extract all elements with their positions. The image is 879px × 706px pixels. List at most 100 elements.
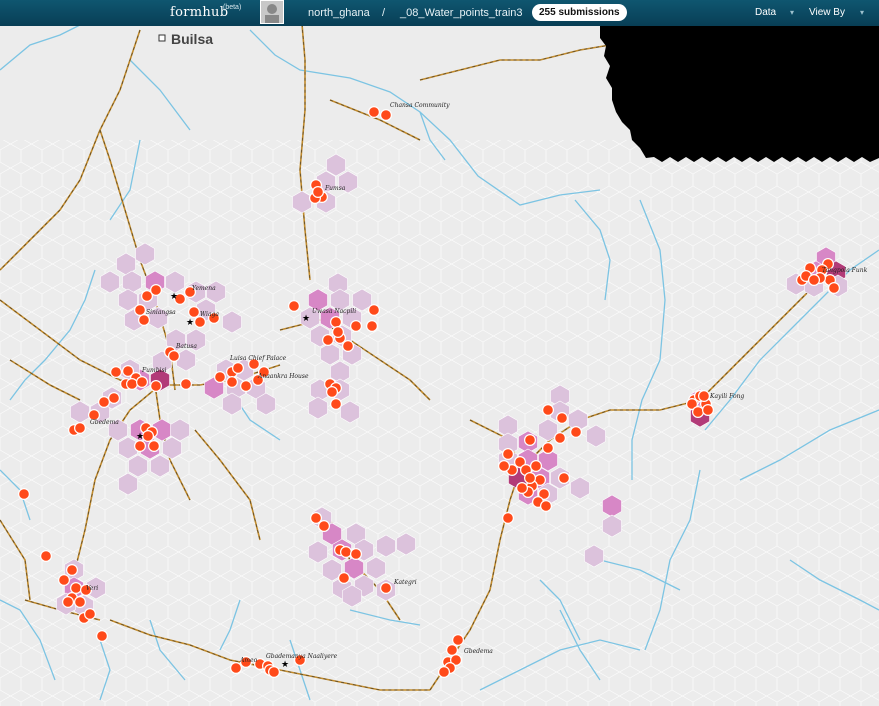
submission-point[interactable] <box>502 511 515 524</box>
submission-point[interactable] <box>194 316 207 329</box>
map-canvas[interactable]: ★ ★ ★ ★ ★ Chansa Community Fumsa Tangpola Funk Y… <box>0 0 879 706</box>
submission-point[interactable] <box>380 108 393 121</box>
submission-point[interactable] <box>188 306 201 319</box>
submission-point[interactable] <box>83 607 96 620</box>
submission-point[interactable] <box>502 448 515 461</box>
submission-point[interactable] <box>827 282 840 295</box>
breadcrumb-separator: / <box>382 7 386 19</box>
submission-point[interactable] <box>95 629 108 642</box>
submission-point[interactable] <box>150 284 163 297</box>
hex-grid <box>0 140 879 706</box>
place-label: Luisa Chief Palace <box>229 355 287 362</box>
submission-point[interactable] <box>226 376 239 389</box>
submission-point[interactable] <box>142 430 155 443</box>
submission-point[interactable] <box>240 380 253 393</box>
submission-point[interactable] <box>350 547 363 560</box>
beta-tag: (beta) <box>223 4 242 11</box>
submission-point[interactable] <box>553 432 566 445</box>
submission-point[interactable] <box>366 320 379 333</box>
submission-point[interactable] <box>73 595 86 608</box>
star-icon: ★ <box>136 432 144 442</box>
submission-point[interactable] <box>168 350 181 363</box>
submission-point[interactable] <box>136 376 149 389</box>
avatar-icon[interactable] <box>260 0 284 24</box>
submission-point[interactable] <box>529 460 542 473</box>
submission-point[interactable] <box>232 362 245 375</box>
submission-point[interactable] <box>69 581 82 594</box>
submission-point[interactable] <box>807 274 820 287</box>
submission-point[interactable] <box>342 340 355 353</box>
submission-point[interactable] <box>340 545 353 558</box>
star-icon: ★ <box>281 660 289 670</box>
submission-point[interactable] <box>134 440 147 453</box>
submission-point[interactable] <box>701 404 714 417</box>
place-label: Fumsa <box>324 185 346 192</box>
submission-point[interactable] <box>39 549 52 562</box>
submission-point[interactable] <box>326 386 339 399</box>
submission-point[interactable] <box>318 519 331 532</box>
caret-down-icon[interactable]: ▾ <box>860 0 864 26</box>
submission-point[interactable] <box>125 378 138 391</box>
submission-point[interactable] <box>73 422 86 435</box>
submission-point[interactable] <box>446 643 459 656</box>
submission-point[interactable] <box>288 300 301 313</box>
submission-point[interactable] <box>61 595 74 608</box>
submission-point[interactable] <box>368 304 381 317</box>
submission-point[interactable] <box>107 392 120 405</box>
submission-point[interactable] <box>380 581 393 594</box>
submission-point[interactable] <box>57 573 70 586</box>
submission-point[interactable] <box>18 488 31 501</box>
caret-down-icon[interactable]: ▾ <box>790 0 794 26</box>
submission-point[interactable] <box>214 371 227 384</box>
top-navbar: formhub (beta) north_ghana / _08_Water_p… <box>0 0 879 26</box>
submission-point[interactable] <box>523 472 536 485</box>
data-menu[interactable]: Data <box>755 0 776 26</box>
submission-point[interactable] <box>539 500 552 513</box>
submissions-badge: 255 submissions <box>532 4 627 21</box>
submission-point[interactable] <box>97 396 110 409</box>
submission-point[interactable] <box>65 563 78 576</box>
submission-point[interactable] <box>368 105 381 118</box>
submission-point[interactable] <box>541 442 554 455</box>
square-icon <box>158 34 166 42</box>
submission-point[interactable] <box>452 633 465 646</box>
submission-point[interactable] <box>569 426 582 439</box>
submission-point[interactable] <box>330 398 343 411</box>
view-by-menu[interactable]: View By <box>809 0 845 26</box>
submission-point[interactable] <box>148 440 161 453</box>
submission-point[interactable] <box>330 316 343 329</box>
submission-point[interactable] <box>230 661 243 674</box>
star-icon: ★ <box>186 318 194 328</box>
submission-point[interactable] <box>438 665 451 678</box>
submission-point[interactable] <box>138 314 151 327</box>
brand-logo[interactable]: formhub <box>170 0 228 26</box>
submission-point[interactable] <box>150 380 163 393</box>
submission-point[interactable] <box>332 326 345 339</box>
submission-point[interactable] <box>312 186 325 199</box>
submission-point[interactable] <box>322 334 335 347</box>
place-label: Tangpola Funk <box>822 267 868 274</box>
submission-point[interactable] <box>268 665 281 678</box>
submission-point[interactable] <box>515 482 528 495</box>
place-label: Yemena <box>192 285 216 292</box>
submission-point[interactable] <box>557 472 570 485</box>
submission-point[interactable] <box>498 460 511 473</box>
place-label: Anaankra House <box>257 373 309 380</box>
submission-point[interactable] <box>555 412 568 425</box>
place-label: Uwasa Nacpili <box>312 308 356 315</box>
place-label: Siniangsa <box>146 309 176 316</box>
submission-point[interactable] <box>134 304 147 317</box>
place-label: Batusa <box>175 343 197 350</box>
place-label: Kategri <box>393 579 417 586</box>
submission-point[interactable] <box>180 378 193 391</box>
place-label: Gbademanya Naaliyere <box>266 653 338 660</box>
submission-point[interactable] <box>523 434 536 447</box>
submission-point[interactable] <box>109 366 122 379</box>
submission-point[interactable] <box>350 320 363 333</box>
submission-point[interactable] <box>541 404 554 417</box>
breadcrumb-account[interactable]: north_ghana <box>308 0 370 26</box>
breadcrumb-form[interactable]: _08_Water_points_train3 <box>400 0 523 26</box>
submission-point[interactable] <box>691 406 704 419</box>
submission-point[interactable] <box>697 390 710 403</box>
submission-point[interactable] <box>338 571 351 584</box>
